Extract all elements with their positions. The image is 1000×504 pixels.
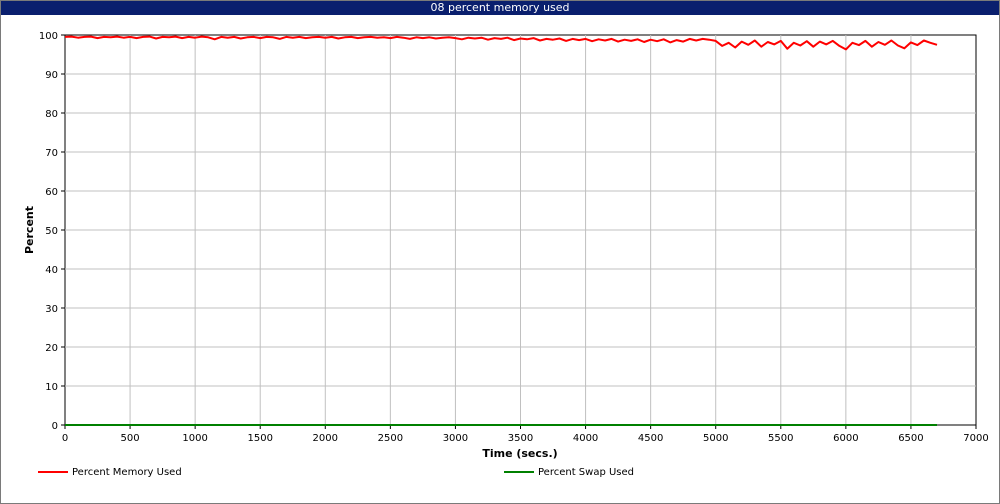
y-tick-label: 90 [45,70,58,81]
legend-swap-label: Percent Swap Used [538,467,635,478]
x-tick-label: 4000 [573,433,598,444]
y-axis-label: Percent [23,206,36,254]
y-tick-label: 50 [45,226,58,237]
x-tick-label: 3500 [508,433,533,444]
x-axis-label: Time (secs.) [482,447,557,460]
legend-memory: Percent Memory Used [38,466,182,480]
x-tick-label: 4500 [638,433,663,444]
x-tick-label: 5000 [703,433,728,444]
x-tick-label: 3000 [443,433,468,444]
y-tick-label: 100 [39,31,58,42]
y-tick-label: 20 [45,343,58,354]
x-tick-label: 6500 [898,433,923,444]
x-tick-label: 7000 [963,433,988,444]
y-tick-label: 30 [45,304,58,315]
line-chart: 0 500 1000 1500 2000 2500 3000 3500 4000 4500 5000… [23,31,989,460]
legend-swap-swatch [504,471,534,473]
legend-swap: Percent Swap Used [504,466,634,480]
x-tick-label: 500 [121,433,140,444]
y-tick-label: 60 [45,187,58,198]
x-tick-label: 1000 [182,433,207,444]
y-tick-label: 10 [45,382,58,393]
x-tick-label: 2500 [378,433,403,444]
y-tick-label: 40 [45,265,58,276]
x-tick-label: 0 [62,433,68,444]
y-tick-label: 0 [52,421,58,432]
y-tick-label: 80 [45,109,58,120]
legend-memory-label: Percent Memory Used [72,467,182,478]
x-tick-label: 1500 [247,433,272,444]
legend-memory-swatch [38,471,68,473]
x-tick-label: 5500 [768,433,793,444]
x-tick-label: 6000 [833,433,858,444]
x-tick-label: 2000 [313,433,338,444]
y-tick-label: 70 [45,148,58,159]
